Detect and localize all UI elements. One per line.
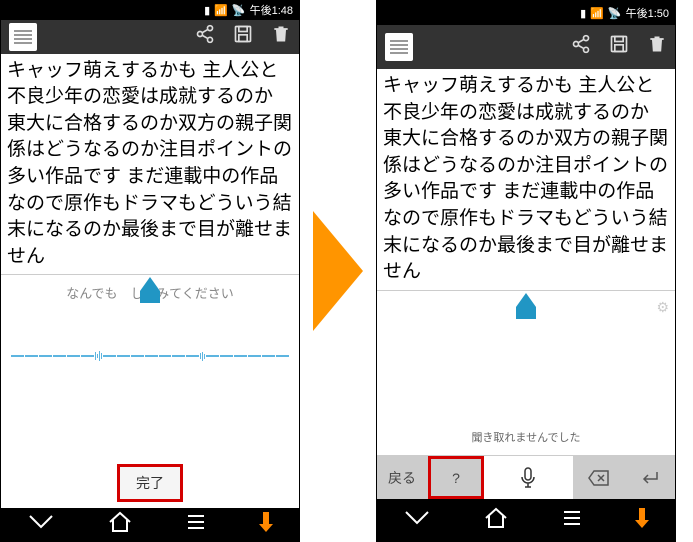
nav-back-icon[interactable] [28,514,54,535]
voice-error-message: 聞き取れませんでした [377,419,675,455]
kb-backspace-button[interactable] [574,456,625,499]
status-time: 午後1:48 [250,2,293,18]
save-icon[interactable] [233,24,253,50]
voice-input-area: なんでも してみてください 完了 [1,275,299,508]
delete-icon[interactable] [271,24,291,50]
waveform-display [11,350,289,362]
kb-enter-button[interactable] [625,456,675,499]
wifi-icon: 📡 [232,4,246,17]
editor-text-area[interactable]: キャッフ萌えするかも 主人公と不良少年の恋愛は成就するのか 東大に合格するのか双… [377,69,675,291]
kb-mic-button[interactable] [484,456,574,499]
top-toolbar [1,20,299,54]
battery-icon: ▮ [204,4,210,17]
voice-input-area: ⚙ 聞き取れませんでした 戻る ? [377,291,675,499]
status-bar: ▮ 📶 📡 午後1:48 [1,1,299,20]
settings-icon[interactable]: ⚙ [656,299,669,316]
save-icon[interactable] [609,34,629,60]
phone-screen-right: ▮ 📶 📡 午後1:50 キャッフ萌えするかも [376,0,676,542]
nav-down-icon[interactable] [635,508,649,533]
document-icon[interactable] [9,23,37,51]
signal-icon: 📶 [214,4,228,17]
nav-bar [1,508,299,541]
document-icon[interactable] [385,33,413,61]
share-icon[interactable] [571,34,591,60]
status-bar: ▮ 📶 📡 午後1:50 [377,1,675,25]
kb-question-button[interactable]: ? [428,456,484,499]
phone-screen-left: ▮ 📶 📡 午後1:48 キャッフ萌えするかも [0,0,300,542]
wifi-icon: 📡 [608,7,622,20]
nav-down-icon[interactable] [259,512,273,537]
voice-prompt-text: なんでも してみてください [1,275,299,310]
battery-icon: ▮ [580,7,586,20]
nav-menu-icon[interactable] [186,512,206,537]
editor-text-area[interactable]: キャッフ萌えするかも 主人公と不良少年の恋愛は成就するのか 東大に合格するのか双… [1,54,299,276]
keyboard-row: 戻る ? [377,455,675,499]
signal-icon: 📶 [590,7,604,20]
transition-arrow-icon [308,206,368,336]
voice-prompt-area: ⚙ [377,291,675,307]
kb-back-button[interactable]: 戻る [377,456,428,499]
nav-home-icon[interactable] [107,511,133,538]
cursor-marker-icon [138,277,162,308]
nav-back-icon[interactable] [404,510,430,531]
share-icon[interactable] [195,24,215,50]
top-toolbar [377,25,675,69]
nav-home-icon[interactable] [483,507,509,534]
cursor-marker-icon [514,293,538,324]
nav-menu-icon[interactable] [562,508,582,533]
complete-button[interactable]: 完了 [117,464,183,502]
delete-icon[interactable] [647,34,667,60]
status-time: 午後1:50 [626,5,669,21]
nav-bar [377,499,675,541]
